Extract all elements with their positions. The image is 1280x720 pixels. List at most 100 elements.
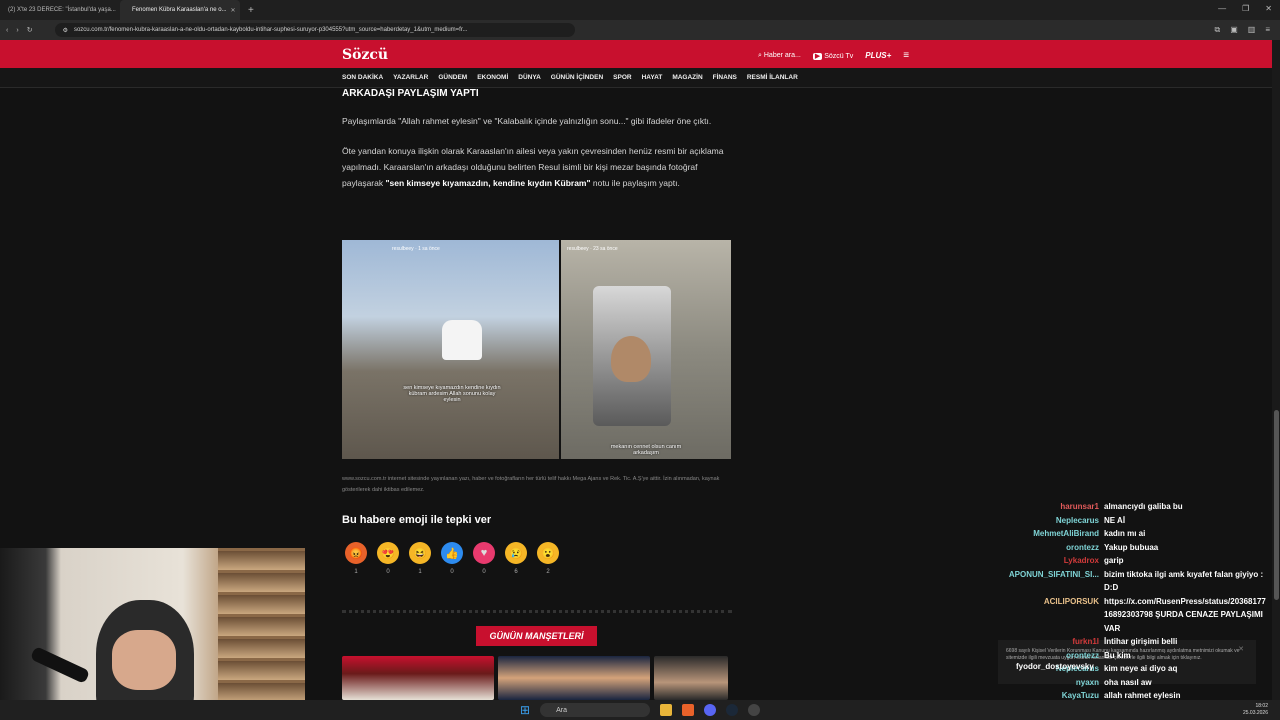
like-icon[interactable]: 👍 — [441, 542, 463, 564]
back-icon[interactable]: ‹ — [6, 27, 8, 34]
reload-icon[interactable]: ↻ — [27, 26, 33, 34]
headline-thumbnail[interactable] — [342, 656, 494, 700]
system-tray-clock[interactable]: 18:02 25.03.2026 — [1243, 703, 1268, 717]
nav-item-dunya[interactable]: DÜNYA — [518, 74, 541, 81]
menu-icon[interactable]: ≡ — [1265, 25, 1270, 35]
person-figure — [442, 320, 482, 360]
angry-icon[interactable]: 😡 — [345, 542, 367, 564]
maximize-icon[interactable]: ❐ — [1242, 4, 1249, 13]
chat-text: İntihar girişimi belli — [1104, 637, 1178, 646]
browser-toolbar-icons: ⧉ ▣ ▥ ≡ — [1214, 25, 1270, 35]
gunun-mansetleri-label: GÜNÜN MANŞETLERİ — [476, 626, 597, 646]
chat-text: https://x.com/RusenPress/status/20368177… — [1104, 596, 1266, 633]
chat-username[interactable]: Neplecarus — [996, 514, 1104, 528]
chat-username[interactable]: MehmetAliBirand — [996, 527, 1104, 541]
emoji-reaction[interactable]: ♥ 0 — [472, 542, 496, 575]
nav-item-gundem[interactable]: GÜNDEM — [438, 74, 467, 81]
chat-message: ACILIPORSUK https://x.com/RusenPress/stat… — [996, 595, 1276, 636]
story-username: resulbeey — [392, 246, 414, 252]
nav-item-resmi-ilanlar[interactable]: RESMİ İLANLAR — [747, 74, 798, 81]
forward-icon[interactable]: › — [16, 27, 18, 34]
obs-icon[interactable] — [748, 704, 761, 716]
emoji-reaction[interactable]: 😆 1 — [408, 542, 432, 575]
chat-username[interactable]: APONUN_SIFATINI_SI... — [996, 568, 1104, 595]
search-button[interactable]: ⌕ Haber ara... — [758, 52, 801, 60]
chat-username[interactable]: harunsar1 — [996, 500, 1104, 514]
story-username: resulbeey — [567, 246, 589, 252]
heart-icon[interactable]: ♥ — [473, 542, 495, 564]
webcam-overlay — [0, 548, 305, 720]
minimize-icon[interactable]: — — [1218, 4, 1226, 13]
chat-username[interactable]: nyaxn — [996, 676, 1104, 690]
main-nav: SON DAKİKA YAZARLAR GÜNDEM EKONOMİ DÜNYA… — [0, 68, 1272, 88]
extensions-icon[interactable]: ⧉ — [1214, 25, 1220, 35]
nav-item-magazin[interactable]: MAGAZİN — [672, 74, 702, 81]
file-explorer-icon[interactable] — [660, 704, 673, 716]
headline-thumbnail[interactable] — [654, 656, 728, 700]
reaction-count: 1 — [418, 569, 422, 575]
tab-label: Fenomen Kübra Karaaslan'a ne o... — [132, 7, 227, 13]
new-tab-button[interactable]: + — [240, 5, 262, 16]
nav-item-ekonomi[interactable]: EKONOMİ — [477, 74, 508, 81]
chat-message: harunsar1 almancıydı galiba bu — [996, 500, 1276, 514]
tab-sozcu[interactable]: Fenomen Kübra Karaaslan'a ne o... ✕ — [120, 0, 240, 20]
laugh-icon[interactable]: 😆 — [409, 542, 431, 564]
bookshelf — [218, 548, 305, 720]
emoji-reaction[interactable]: 😮 2 — [536, 542, 560, 575]
chat-username[interactable]: orontezz — [996, 541, 1104, 555]
emoji-reaction[interactable]: 😢 6 — [504, 542, 528, 575]
quote-bold: "sen kimseye kıyamazdın, kendine kıydın … — [385, 178, 591, 188]
reaction-count: 6 — [514, 569, 518, 575]
wow-icon[interactable]: 😮 — [537, 542, 559, 564]
chat-username[interactable]: furkn1l — [996, 635, 1104, 649]
taskbar-search[interactable]: Ara — [540, 703, 651, 717]
nav-item-finans[interactable]: FİNANS — [713, 74, 737, 81]
windows-start-icon[interactable]: ⊞ — [520, 703, 530, 717]
love-eyes-icon[interactable]: 😍 — [377, 542, 399, 564]
sozcu-logo[interactable]: Sözcü — [342, 47, 388, 63]
nav-item-spor[interactable]: SPOR — [613, 74, 631, 81]
nav-item-son-dakika[interactable]: SON DAKİKA — [342, 74, 383, 81]
hamburger-menu-icon[interactable]: ≡ — [903, 50, 909, 61]
reaction-count: 2 — [546, 569, 550, 575]
wallet-icon[interactable]: ▣ — [1230, 25, 1238, 35]
emoji-reaction[interactable]: 😍 0 — [376, 542, 400, 575]
stream-chat: harunsar1 almancıydı galiba bu Neplecarus N… — [996, 500, 1276, 703]
story-header: resulbeey · 23 sa önce — [567, 246, 618, 252]
headline-thumbnail[interactable] — [498, 656, 650, 700]
nav-item-hayat[interactable]: HAYAT — [642, 74, 663, 81]
header-actions: ⌕ Haber ara... ▶ Sözcü Tv PLUS+ ≡ — [758, 50, 909, 61]
chat-text: Bu kim — [1104, 650, 1131, 660]
tab-x[interactable]: (2) X'te 23 DERECE: "İstanbul'da yaşa...… — [0, 0, 120, 20]
steam-icon[interactable] — [726, 704, 739, 716]
nav-item-yazarlar[interactable]: YAZARLAR — [393, 74, 428, 81]
nav-item-gunun-icinden[interactable]: GÜNÜN İÇİNDEN — [551, 74, 603, 81]
face-figure — [611, 336, 651, 382]
sidebar-icon[interactable]: ▥ — [1248, 25, 1256, 35]
url-field[interactable]: ⚙ sozcu.com.tr/fenomen-kubra-karaaslan-a-… — [54, 23, 575, 37]
close-icon[interactable]: ✕ — [231, 7, 236, 14]
chat-username[interactable]: orontezz — [996, 649, 1104, 663]
chat-username[interactable]: ACILIPORSUK — [996, 595, 1104, 636]
tv-label: Sözcü Tv — [824, 52, 854, 60]
chat-message: Neplecarus NE Aİ — [996, 514, 1276, 528]
plus-link[interactable]: PLUS+ — [865, 51, 891, 60]
discord-icon[interactable] — [704, 704, 717, 716]
microphone — [29, 645, 91, 685]
chat-username[interactable]: Lykadrox — [996, 554, 1104, 568]
sad-icon[interactable]: 😢 — [505, 542, 527, 564]
site-info-icon[interactable]: ⚙ — [63, 27, 68, 34]
clock-date: 25.03.2026 — [1242, 710, 1268, 716]
address-bar: ‹ › ↻ ⚙ sozcu.com.tr/fenomen-kubra-karaas… — [0, 20, 1280, 40]
close-window-icon[interactable]: ✕ — [1265, 4, 1272, 13]
story-time: 23 sa önce — [593, 246, 618, 252]
brave-browser-icon[interactable] — [682, 704, 695, 716]
chat-text: Yakup bubuaa — [1104, 542, 1159, 552]
search-label: Haber ara... — [763, 51, 801, 59]
streamer-face — [112, 630, 176, 690]
divider — [342, 610, 732, 613]
emoji-reaction[interactable]: 👍 0 — [440, 542, 464, 575]
reaction-count: 1 — [354, 569, 358, 575]
sozcu-tv-link[interactable]: ▶ Sözcü Tv — [812, 52, 854, 60]
emoji-reaction[interactable]: 😡 1 — [344, 542, 368, 575]
